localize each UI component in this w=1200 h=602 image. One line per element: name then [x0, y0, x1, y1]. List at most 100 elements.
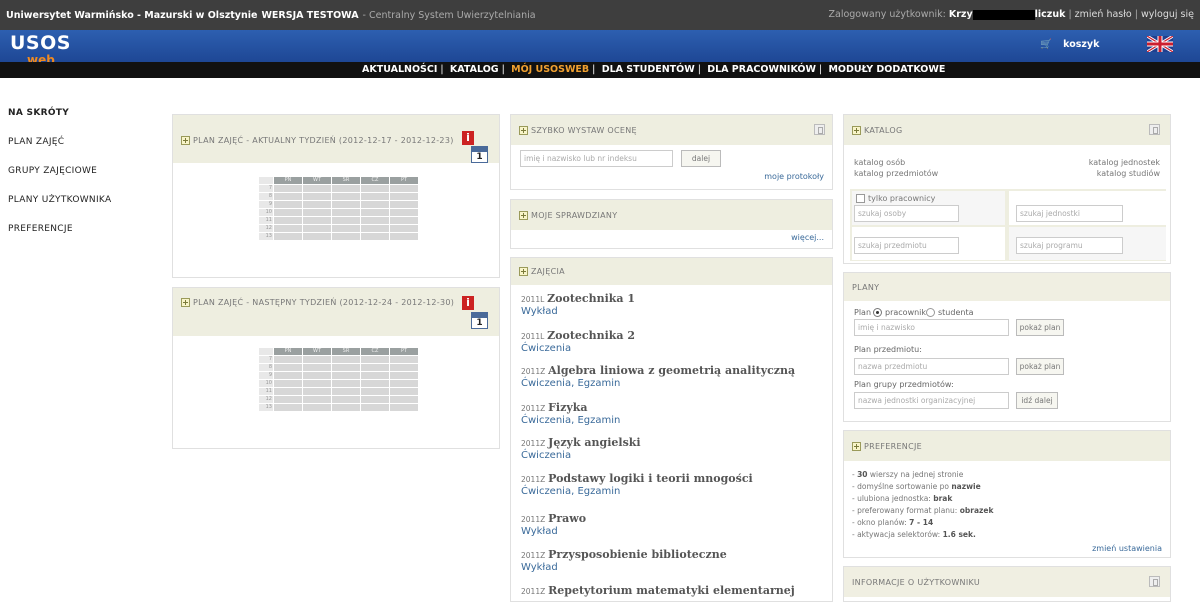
user-name-prefix: Krzy — [948, 9, 973, 20]
course-name[interactable]: Język angielski — [548, 436, 640, 449]
search-program-input[interactable]: szukaj programu — [1016, 237, 1123, 254]
course-name[interactable]: Algebra liniowa z geometrią analityczną — [548, 364, 795, 377]
header: USOS web 🛒 koszyk — [0, 30, 1200, 66]
course-name[interactable]: Zootechnika 2 — [547, 329, 635, 342]
search-unit-input[interactable]: szukaj jednostki — [1016, 205, 1123, 222]
course-name[interactable]: Repetytorium matematyki elementarnej — [548, 584, 795, 597]
more-link[interactable]: więcej... — [791, 233, 824, 242]
tests-title[interactable]: MOJE SPRAWDZIANY — [531, 211, 617, 220]
course-name[interactable]: Zootechnika 1 — [547, 292, 635, 305]
catalog-studies-link[interactable]: katalog studiów — [1097, 169, 1160, 178]
timetable-next: PN WT ŚR CZ PT 7 8 9 10 11 12 13 — [259, 348, 419, 412]
course-types[interactable]: Ćwiczenia — [521, 450, 641, 461]
nav-students[interactable]: DLA STUDENTÓW — [602, 64, 695, 75]
radio-student[interactable] — [926, 308, 935, 317]
student-search-input[interactable]: imię i nazwisko lub nr indeksu — [520, 150, 673, 167]
sidebar-item-preferences[interactable]: PREFERENCJE — [8, 224, 148, 234]
search-course-input[interactable]: szukaj przedmiotu — [854, 237, 959, 254]
my-protocols-link[interactable]: moje protokoły — [764, 172, 824, 181]
expand-icon[interactable] — [519, 210, 528, 220]
nav-modules[interactable]: MODUŁY DODATKOWE — [828, 64, 945, 75]
catalog-people-link[interactable]: katalog osób — [854, 158, 905, 167]
grade-title[interactable]: SZYBKO WYSTAW OCENĘ — [531, 126, 637, 135]
expand-icon[interactable] — [181, 298, 190, 307]
plan-name-input[interactable]: imię i nazwisko — [854, 319, 1009, 336]
course-types[interactable]: Wykład — [521, 306, 635, 317]
pref-line: - okno planów: 7 - 14 — [852, 518, 934, 527]
course-name[interactable]: Fizyka — [548, 401, 587, 414]
only-staff-checkbox[interactable] — [856, 194, 865, 203]
uk-flag-icon[interactable] — [1147, 36, 1173, 52]
sidebar-item-schedule[interactable]: PLAN ZAJĘĆ — [8, 137, 148, 147]
cart-link[interactable]: 🛒 koszyk — [1040, 39, 1099, 50]
group-plan-input[interactable]: nazwa jednostki organizacyjnej — [854, 392, 1009, 409]
preferences-header: PREFERENCJE — [844, 431, 1170, 461]
panel-toggle-icon[interactable] — [814, 124, 825, 135]
version-label: WERSJA TESTOWA — [261, 9, 359, 21]
catalog-units-link[interactable]: katalog jednostek — [1089, 158, 1160, 167]
course-types[interactable]: Ćwiczenia — [521, 343, 635, 354]
next-button[interactable]: dalej — [681, 150, 721, 167]
panel-toggle-icon[interactable] — [1149, 124, 1160, 135]
course-item: 2011Z Repetytorium matematyki elementarn… — [521, 584, 795, 597]
calendar-icon[interactable]: 1 — [471, 312, 488, 329]
change-settings-link[interactable]: zmień ustawienia — [1092, 544, 1162, 553]
course-types[interactable]: Wykład — [521, 526, 586, 537]
classes-title[interactable]: ZAJĘCIA — [531, 267, 565, 276]
classes-panel: ZAJĘCIA 2011L Zootechnika 1 Wykład 2011L … — [510, 257, 833, 602]
expand-icon[interactable] — [519, 267, 528, 276]
redacted-block — [972, 9, 1035, 20]
plans-title[interactable]: PLANY — [852, 283, 879, 292]
pref-line: - domyślne sortowanie po nazwie — [852, 482, 981, 491]
sidebar-item-user-plans[interactable]: PLANY UŻYTKOWNIKA — [8, 195, 148, 205]
info-icon[interactable]: i — [462, 131, 474, 145]
course-name[interactable]: Prawo — [548, 512, 586, 525]
calendar-icon[interactable]: 1 — [471, 146, 488, 163]
course-types[interactable]: Ćwiczenia, Egzamin — [521, 378, 795, 389]
catalog-title[interactable]: KATALOG — [864, 126, 902, 135]
catalog-courses-link[interactable]: katalog przedmiotów — [854, 169, 938, 178]
classes-header: ZAJĘCIA — [511, 258, 832, 285]
nav-news[interactable]: AKTUALNOŚCI — [362, 64, 437, 75]
show-course-plan-button[interactable]: pokaż plan — [1016, 358, 1064, 375]
radio-staff[interactable] — [873, 308, 882, 317]
usos-logo[interactable]: USOS — [10, 34, 71, 53]
expand-icon[interactable] — [519, 125, 528, 135]
preferences-title[interactable]: PREFERENCJE — [864, 442, 922, 451]
info-icon[interactable]: i — [462, 296, 474, 310]
expand-icon[interactable] — [181, 136, 190, 145]
userinfo-header: INFORMACJE O UŻYTKOWNIKU — [844, 567, 1170, 597]
catalog-header: KATALOG — [844, 115, 1170, 145]
nav-staff[interactable]: DLA PRACOWNIKÓW — [707, 64, 816, 75]
change-password-link[interactable]: zmień hasło — [1075, 9, 1132, 20]
sidebar-item-shortcuts[interactable]: NA SKRÓTY — [8, 108, 148, 118]
expand-icon[interactable] — [852, 125, 861, 135]
expand-icon[interactable] — [852, 441, 861, 451]
show-plan-button[interactable]: pokaż plan — [1016, 319, 1064, 336]
course-name[interactable]: Przysposobienie biblioteczne — [548, 548, 727, 561]
userinfo-title[interactable]: INFORMACJE O UŻYTKOWNIKU — [852, 578, 980, 587]
pref-line: - preferowany format planu: obrazek — [852, 506, 994, 515]
pref-line: - ulubiona jednostka: brak — [852, 494, 953, 503]
sidebar: NA SKRÓTY PLAN ZAJĘĆ GRUPY ZAJĘCIOWE PLA… — [8, 108, 148, 253]
go-button[interactable]: idź dalej — [1016, 392, 1058, 409]
search-person-input[interactable]: szukaj osoby — [854, 205, 959, 222]
course-types[interactable]: Ćwiczenia, Egzamin — [521, 415, 620, 426]
plan-current-title[interactable]: PLAN ZAJĘĆ - AKTUALNY TYDZIEŃ (2012-12-1… — [193, 136, 454, 145]
course-item: 2011Z Algebra liniowa z geometrią analit… — [521, 364, 796, 389]
plan-current-panel: PLAN ZAJĘĆ - AKTUALNY TYDZIEŃ (2012-12-1… — [172, 114, 500, 278]
course-name[interactable]: Podstawy logiki i teorii mnogości — [548, 472, 753, 485]
nav-catalog[interactable]: KATALOG — [450, 64, 499, 75]
preferences-list: - 30 wierszy na jednej stronie - domyśln… — [852, 469, 993, 541]
course-types[interactable]: Ćwiczenia, Egzamin — [521, 486, 753, 497]
sidebar-item-groups[interactable]: GRUPY ZAJĘCIOWE — [8, 166, 148, 176]
plan-next-title[interactable]: PLAN ZAJĘĆ - NASTĘPNY TYDZIEŃ (2012-12-2… — [193, 298, 454, 307]
plan-label: Plan — [854, 308, 872, 317]
logout-link[interactable]: wyloguj się — [1141, 9, 1194, 20]
top-bar: Uniwersytet Warmińsko - Mazurski w Olszt… — [0, 0, 1200, 30]
panel-toggle-icon[interactable] — [1149, 576, 1160, 587]
nav-my-usosweb[interactable]: MÓJ USOSWEB — [511, 64, 589, 75]
course-item: 2011Z Przysposobienie biblioteczne Wykład — [521, 548, 727, 573]
course-types[interactable]: Wykład — [521, 562, 727, 573]
course-plan-input[interactable]: nazwa przedmiotu — [854, 358, 1009, 375]
